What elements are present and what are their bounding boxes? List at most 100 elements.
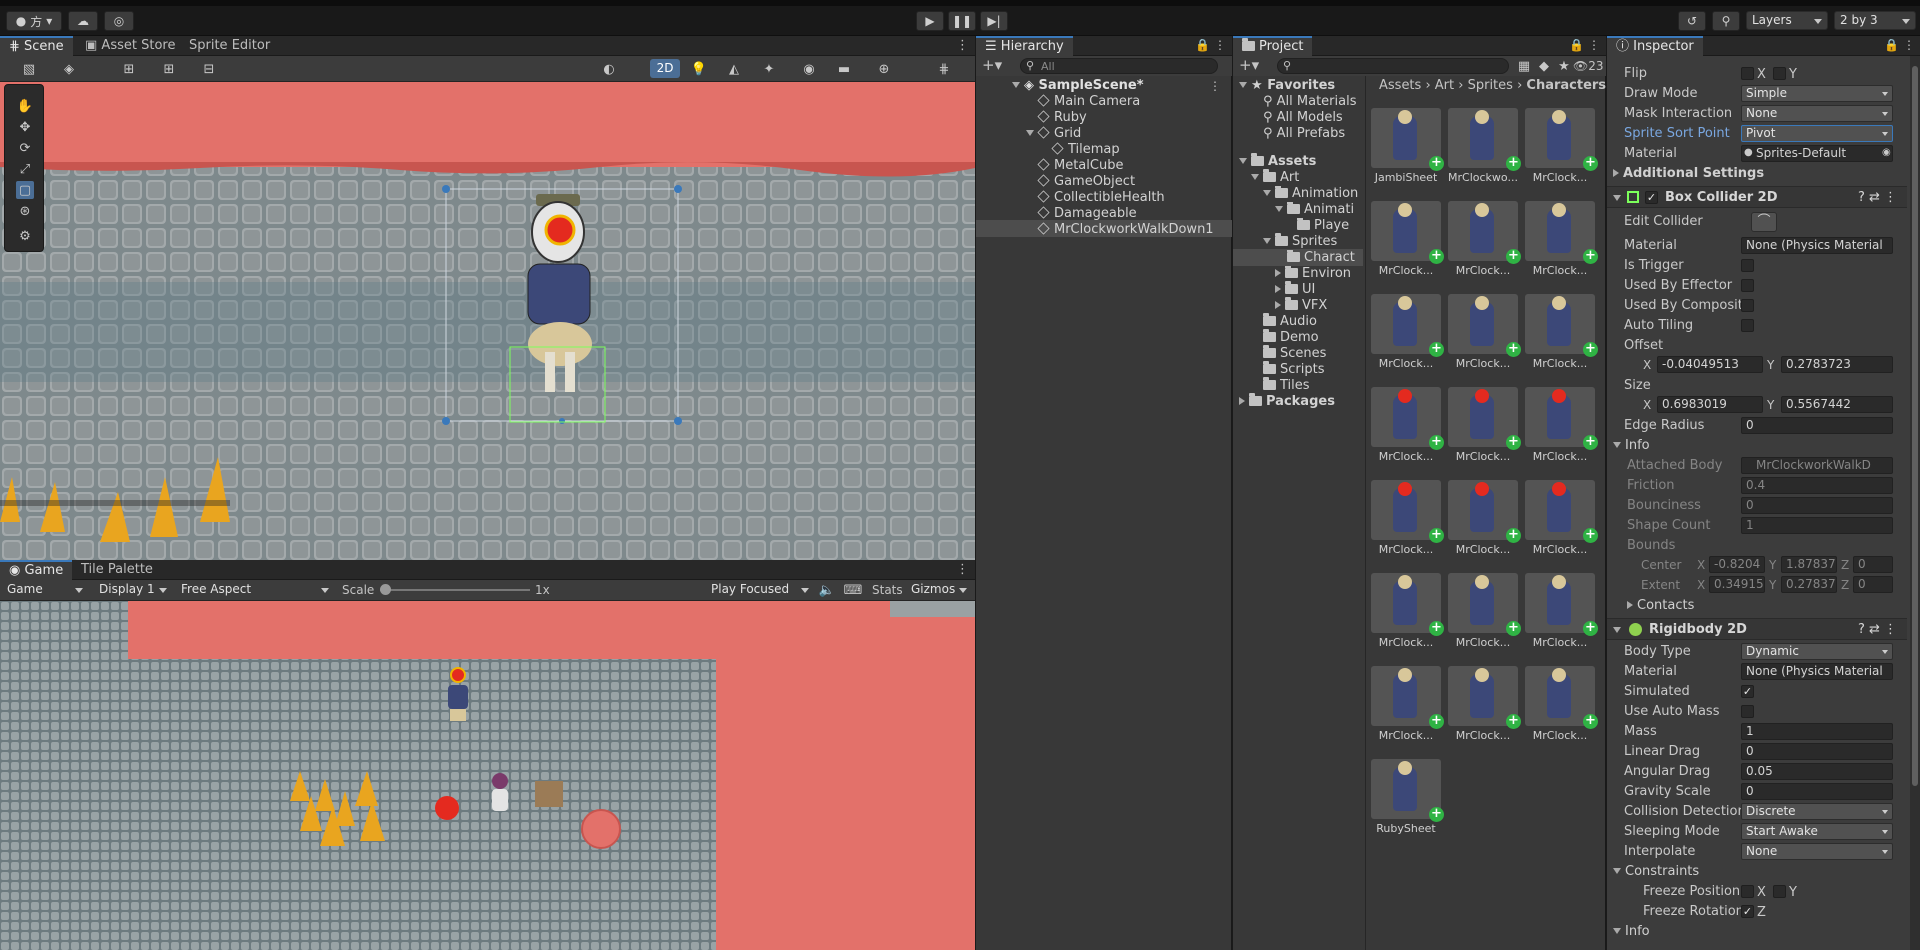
scrollbar-thumb[interactable] — [1912, 66, 1918, 786]
packages-root[interactable]: Packages — [1239, 394, 1335, 410]
box-collider-enabled-checkbox[interactable]: ✓ — [1645, 191, 1658, 204]
additional-settings-foldout[interactable]: Additional Settings — [1613, 166, 1764, 181]
rotate-tool-icon[interactable]: ⟳ — [16, 139, 34, 157]
draw-mode-icon[interactable]: ▧ — [20, 60, 38, 78]
sprite-sort-point-dropdown[interactable]: Pivot — [1741, 125, 1893, 142]
breadcrumb-item[interactable]: Assets — [1379, 78, 1421, 93]
aspect-dropdown[interactable]: Free Aspect — [176, 581, 334, 600]
gizmos-icon[interactable]: ⊕ — [875, 60, 893, 78]
hierarchy-item-collectiblehealth[interactable]: CollectibleHealth — [1038, 190, 1165, 206]
breadcrumb-item[interactable]: Sprites — [1468, 78, 1513, 93]
component-menu-icons[interactable]: ? ⇄ ⋮ — [1858, 190, 1897, 205]
interpolate-dropdown[interactable]: None — [1741, 843, 1893, 860]
freeze-position-x-checkbox[interactable] — [1741, 885, 1754, 898]
edge-radius-field[interactable]: 0 — [1741, 417, 1893, 434]
favorites-root[interactable]: ★ Favorites — [1239, 78, 1335, 94]
play-mode-dropdown[interactable]: Play Focused — [706, 581, 814, 600]
collab-button[interactable]: ◎ — [104, 11, 134, 31]
offset-x-field[interactable]: -0.04049513 — [1657, 356, 1763, 373]
folder-vfx[interactable]: VFX — [1275, 298, 1327, 314]
info-foldout[interactable]: Info — [1613, 438, 1650, 453]
audio-icon[interactable]: ◭ — [725, 60, 743, 78]
folder-art[interactable]: Art — [1251, 170, 1299, 186]
scene-root[interactable]: ◈ SampleScene* — [1012, 78, 1144, 94]
freeze-position-y-checkbox[interactable] — [1773, 885, 1786, 898]
effects-icon[interactable]: ✦ — [760, 60, 778, 78]
hierarchy-item-metalcube[interactable]: MetalCube — [1038, 158, 1123, 174]
folder-scenes[interactable]: Scenes — [1263, 346, 1326, 362]
rb-info-foldout[interactable]: Info — [1613, 924, 1650, 939]
folder-scripts[interactable]: Scripts — [1263, 362, 1324, 378]
folder-environment[interactable]: Environ — [1275, 266, 1363, 282]
cloud-button[interactable]: ☁ — [68, 11, 98, 31]
lock-icon[interactable]: 🔒 — [1884, 38, 1899, 52]
folder-tiles[interactable]: Tiles — [1263, 378, 1310, 394]
mode-2d-toggle[interactable]: 2D — [650, 59, 680, 78]
scene-camera-icon[interactable]: ▬ — [835, 60, 853, 78]
filter-label-icon[interactable]: ◆ — [1535, 57, 1553, 75]
visibility-icon[interactable]: ◉ — [800, 60, 818, 78]
transform-tool-icon[interactable]: ⊛ — [16, 202, 34, 220]
gravity-scale-field[interactable]: 0 — [1741, 783, 1893, 800]
scale-tool-icon[interactable]: ⤢ — [16, 160, 34, 178]
tab-scene[interactable]: ⋕ Scene — [0, 36, 73, 56]
folder-ui[interactable]: UI — [1275, 282, 1315, 298]
scene-menu-icon[interactable]: ⋮ — [1209, 79, 1221, 93]
search-button[interactable]: ⚲ — [1712, 11, 1740, 31]
sleeping-mode-dropdown[interactable]: Start Awake — [1741, 823, 1893, 840]
more-options-icon[interactable]: ⋮ — [1903, 38, 1915, 52]
offset-y-field[interactable]: 0.2783723 — [1781, 356, 1893, 373]
folder-demo[interactable]: Demo — [1263, 330, 1319, 346]
material-field[interactable]: Sprites-Default — [1741, 145, 1893, 162]
collision-detection-dropdown[interactable]: Discrete — [1741, 803, 1893, 820]
used-by-composite-checkbox[interactable] — [1741, 299, 1754, 312]
assets-root[interactable]: Assets — [1239, 154, 1316, 170]
folder-audio[interactable]: Audio — [1263, 314, 1317, 330]
angular-drag-field[interactable]: 0.05 — [1741, 763, 1893, 780]
flip-x-checkbox[interactable] — [1741, 67, 1754, 80]
more-options-icon[interactable]: ⋮ — [956, 562, 969, 577]
rb-material-field[interactable]: None (Physics Material — [1741, 663, 1893, 680]
tab-hierarchy[interactable]: ☰ Hierarchy — [976, 36, 1073, 56]
scene-viewport[interactable] — [0, 82, 975, 560]
favorite-all-materials[interactable]: ⚲ All Materials — [1263, 94, 1357, 110]
hierarchy-item-grid[interactable]: Grid — [1026, 126, 1081, 142]
more-options-icon[interactable]: ⋮ — [1214, 38, 1226, 52]
mute-icon[interactable]: 🔈 — [818, 581, 836, 599]
body-type-dropdown[interactable]: Dynamic — [1741, 643, 1893, 660]
folder-characters[interactable]: Charact — [1287, 250, 1363, 266]
size-x-field[interactable]: 0.6983019 — [1657, 396, 1763, 413]
game-viewport[interactable] — [0, 601, 975, 950]
folder-animation[interactable]: Animation — [1263, 186, 1363, 202]
contacts-foldout[interactable]: Contacts — [1627, 598, 1694, 613]
favorite-icon[interactable]: ★ — [1555, 57, 1573, 75]
layout-dropdown[interactable]: 2 by 3 — [1834, 11, 1916, 30]
folder-playe[interactable]: Playe — [1297, 218, 1363, 234]
gizmos-dropdown[interactable]: Gizmos — [906, 581, 972, 600]
add-icon[interactable]: +▾ — [982, 56, 1002, 74]
display-dropdown[interactable]: Display 1 — [94, 581, 172, 600]
grid-snap-icon[interactable]: ⊞ — [120, 60, 138, 78]
stats-button[interactable]: Stats — [872, 583, 903, 597]
scale-slider-handle[interactable] — [380, 584, 391, 595]
scale-slider-track[interactable] — [380, 589, 530, 591]
add-icon[interactable]: +▾ — [1239, 56, 1259, 74]
lighting-icon[interactable]: 💡 — [690, 60, 708, 78]
render-mode-icon[interactable]: ◐ — [600, 60, 618, 78]
object-picker-icon[interactable]: ◉ — [1882, 147, 1891, 158]
inspector-scrollbar[interactable] — [1910, 56, 1920, 950]
freeze-rotation-z-checkbox[interactable]: ✓ — [1741, 905, 1754, 918]
simulated-checkbox[interactable]: ✓ — [1741, 685, 1754, 698]
box-collider-header[interactable]: ✓ Box Collider 2D ? ⇄ ⋮ — [1607, 186, 1907, 208]
tab-game[interactable]: ◉ Game — [0, 560, 72, 580]
hierarchy-search-input[interactable]: ⚲ All — [1020, 58, 1218, 74]
draw-mode-dropdown[interactable]: Simple — [1741, 85, 1893, 102]
hierarchy-item-tilemap[interactable]: Tilemap — [1052, 142, 1120, 158]
tab-tile-palette[interactable]: Tile Palette — [72, 560, 162, 580]
breadcrumb-item[interactable]: Characters — [1526, 78, 1606, 93]
grid-view-icon[interactable]: ⋕ — [935, 60, 953, 78]
breadcrumb-item[interactable]: Art — [1435, 78, 1454, 93]
edit-collider-button[interactable]: ⌒ — [1751, 212, 1777, 232]
filter-type-icon[interactable]: ▦ — [1515, 57, 1533, 75]
camera-icon[interactable]: ◈ — [60, 60, 78, 78]
